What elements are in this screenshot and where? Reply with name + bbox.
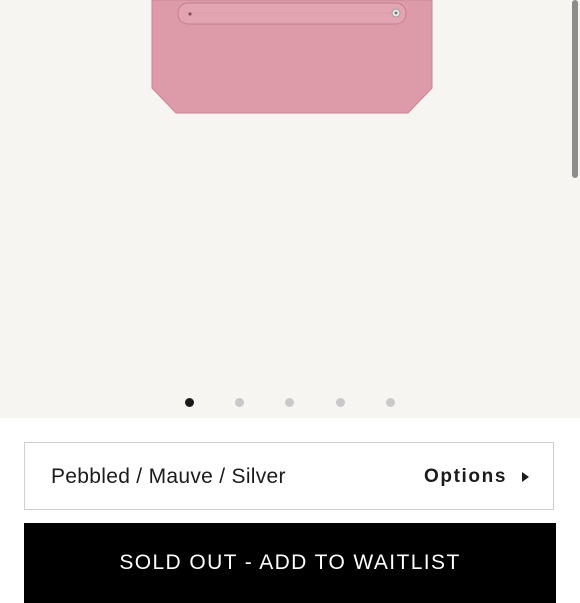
carousel-dot-2[interactable] (235, 398, 244, 407)
carousel-dot-5[interactable] (386, 398, 395, 407)
carousel-dot-4[interactable] (336, 398, 345, 407)
caret-right-icon (522, 472, 529, 482)
carousel-dot-1[interactable] (185, 398, 194, 407)
scrollbar[interactable] (572, 0, 578, 178)
waitlist-button-label: SOLD OUT - ADD TO WAITLIST (119, 551, 461, 574)
variant-selector[interactable]: Pebbled / Mauve / Silver Options (24, 442, 554, 510)
options-label[interactable]: Options (424, 466, 507, 488)
carousel-dots (0, 396, 580, 408)
product-gallery[interactable] (0, 0, 580, 418)
product-image (151, 0, 433, 114)
add-to-waitlist-button[interactable]: SOLD OUT - ADD TO WAITLIST (24, 523, 556, 603)
carousel-dot-3[interactable] (285, 398, 294, 407)
variant-label: Pebbled / Mauve / Silver (51, 465, 286, 488)
